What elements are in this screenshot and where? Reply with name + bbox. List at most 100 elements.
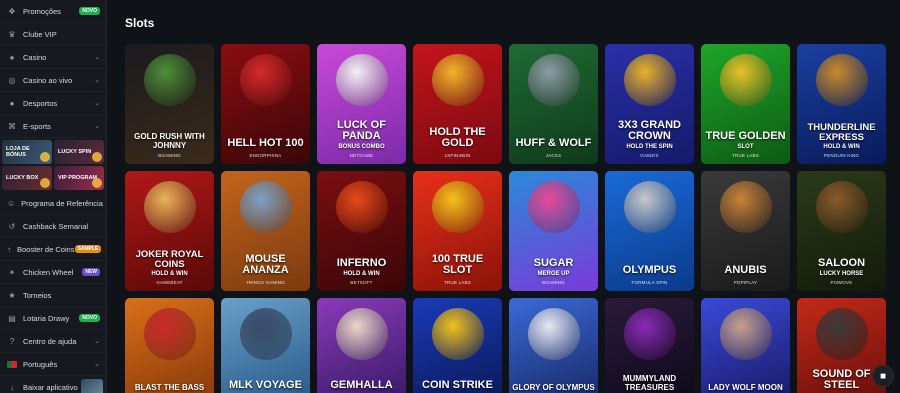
help-icon: ? [9,336,15,346]
game-artwork [719,181,772,233]
chevron-down-icon: ⌄ [94,361,100,368]
game-title: 3X3 GRAND CROWN [618,118,681,143]
game-card[interactable]: 100 TRUE SLOT TRUE LABS [413,171,502,291]
game-provider: ENDORPHINA [249,153,282,158]
game-card[interactable]: GOLD RUSH WITH JOHNNY BGAMING [125,44,214,164]
game-title: HELL HOT 100 [227,137,304,150]
game-artwork [815,54,868,106]
chevron-down-icon: ⌄ [94,54,100,61]
game-subtitle: BONUS COMBO [338,144,385,150]
ball-icon: ● [9,98,15,108]
promo-tiles: LOJA DE BÓNUS LUCKY SPIN LUCKY BOX VIP P… [0,138,106,192]
game-card[interactable]: THUNDERLINE EXPRESS HOLD & WIN PENGUIN KIN… [797,44,886,164]
cashback-icon: ↺ [8,221,16,231]
status-badge: NOVO [79,7,100,15]
game-provider: JACKS [545,153,562,158]
game-title: SALOON [817,257,866,270]
sidebar-item[interactable]: ♠ Casino ⌄ [0,46,106,69]
game-artwork [623,308,676,360]
game-card[interactable]: LUCK OF PANDA BONUS COMBO NETGAME [317,44,406,164]
game-artwork [527,181,580,233]
game-card[interactable]: SUGAR MERGE UP BGAMING [509,171,598,291]
game-card[interactable]: GLORY OF OLYMPUS [509,298,598,393]
sidebar-item[interactable]: ♛ Clube VIP [0,23,106,46]
sidebar-item[interactable]: ● Desportos ⌄ [0,92,106,115]
game-card[interactable]: BLAST THE BASS [125,298,214,393]
game-card[interactable]: HOLD THE GOLD 1SPIN4WIN [413,44,502,164]
game-card[interactable]: SALOON LUCKY HORSE PIXMOVE [797,171,886,291]
sidebar-item-label: Programa de Referência [21,198,103,208]
sidebar-item[interactable]: ✴ Chicken Wheel NEW [0,261,106,284]
sidebar-item-label: E-sports [23,121,51,131]
game-subtitle: HOLD & WIN [151,271,188,277]
sidebar-item[interactable]: ? Centro de ajuda ⌄ [0,330,106,353]
game-subtitle: LUCKY HORSE [819,271,864,277]
game-artwork [143,54,196,106]
game-card[interactable]: JOKER ROYAL COINS HOLD & WIN GAMEBEAT [125,171,214,291]
game-title: INFERNO [336,257,387,270]
sidebar-item[interactable]: ↓ Baixar aplicativo [0,376,106,393]
game-card[interactable]: MUMMYLAND TREASURES [605,298,694,393]
sidebar-item[interactable]: ⌘ E-sports ⌄ [0,115,106,138]
promo-tile-lucky-spin[interactable]: LUCKY SPIN [54,140,104,164]
game-title: MOUSE ANANZA [242,252,289,277]
sidebar-item[interactable]: ❖ Promoções NOVO [0,0,106,23]
game-title: GOLD RUSH WITH JOHNNY [134,132,205,150]
game-artwork [143,181,196,233]
game-artwork [431,181,484,233]
sidebar-item-label: Clube VIP [23,29,57,39]
game-card[interactable]: LADY WOLF MOON [701,298,790,393]
game-artwork [527,54,580,106]
game-card[interactable]: INFERNO HOLD & WIN BETSOFT [317,171,406,291]
game-artwork [143,308,196,360]
game-artwork [623,181,676,233]
game-card[interactable]: TRUE GOLDEN SLOT TRUE LABS [701,44,790,164]
game-provider: GAMZIX [640,153,659,158]
main-content: Slots GOLD RUSH WITH JOHNNY BGAMING HELL H… [107,0,900,393]
game-title: HOLD THE GOLD [429,125,486,150]
game-artwork [239,308,292,360]
game-title: OLYMPUS [622,264,677,277]
game-artwork [815,181,868,233]
game-card[interactable]: COIN STRIKE [413,298,502,393]
gift-icon: ❖ [8,6,16,16]
sidebar-item[interactable]: ★ Torneios [0,284,106,307]
game-title: HUFF & WOLF [515,137,592,150]
game-card[interactable]: GEMHALLA [317,298,406,393]
sidebar-item[interactable]: ☺ Programa de Referência [0,192,106,215]
crown-icon: ♛ [8,29,16,39]
game-provider: TRUE LABS [444,280,471,285]
game-card[interactable]: HUFF & WOLF JACKS [509,44,598,164]
game-grid: GOLD RUSH WITH JOHNNY BGAMING HELL HOT 100… [125,44,900,393]
sidebar-item[interactable]: ↺ Cashback Semanal [0,215,106,238]
sidebar-item[interactable]: ◎ Casino ao vivo ⌄ [0,69,106,92]
game-card[interactable]: MOUSE ANANZA 7RINGS GAMING [221,171,310,291]
game-card[interactable]: HELL HOT 100 ENDORPHINA [221,44,310,164]
promo-tile-label: LUCKY BOX [6,175,39,181]
promo-tile-label: LUCKY SPIN [58,149,92,155]
app-preview-image [81,379,103,393]
chat-button[interactable]: ■ [872,365,894,387]
game-card[interactable]: 3X3 GRAND CROWN HOLD THE SPIN GAMZIX [605,44,694,164]
promo-tile-bonus-shop[interactable]: LOJA DE BÓNUS [2,140,52,164]
box-icon [40,178,50,188]
sidebar-item[interactable]: ▤ Lotaria Drawy NOVO [0,307,106,330]
game-provider: PIXMOVE [830,280,853,285]
game-title: MUMMYLAND TREASURES [622,374,677,392]
game-provider: 7RINGS GAMING [246,280,285,285]
sidebar-item[interactable]: ↑ Booster de Coins SAMPLE [0,238,106,261]
game-subtitle: HOLD & WIN [823,144,860,150]
game-title: THUNDERLINE EXPRESS [807,122,876,144]
game-provider: POPIPLAY [733,280,758,285]
game-provider: GAMEBEAT [156,280,183,285]
promo-tile-vip-program[interactable]: VIP PROGRAM [54,166,104,190]
promo-tile-lucky-box[interactable]: LUCKY BOX [2,166,52,190]
rocket-icon: ↑ [7,244,11,254]
game-card[interactable]: ANUBIS POPIPLAY [701,171,790,291]
game-card[interactable]: MLK VOYAGE [221,298,310,393]
sidebar-item-label: Torneios [23,290,52,300]
sidebar-item-label: Desportos [23,98,58,108]
game-card[interactable]: OLYMPUS FORMULA SPIN [605,171,694,291]
sidebar-item[interactable]: Português ⌄ [0,353,106,376]
wheel-icon [92,152,102,162]
